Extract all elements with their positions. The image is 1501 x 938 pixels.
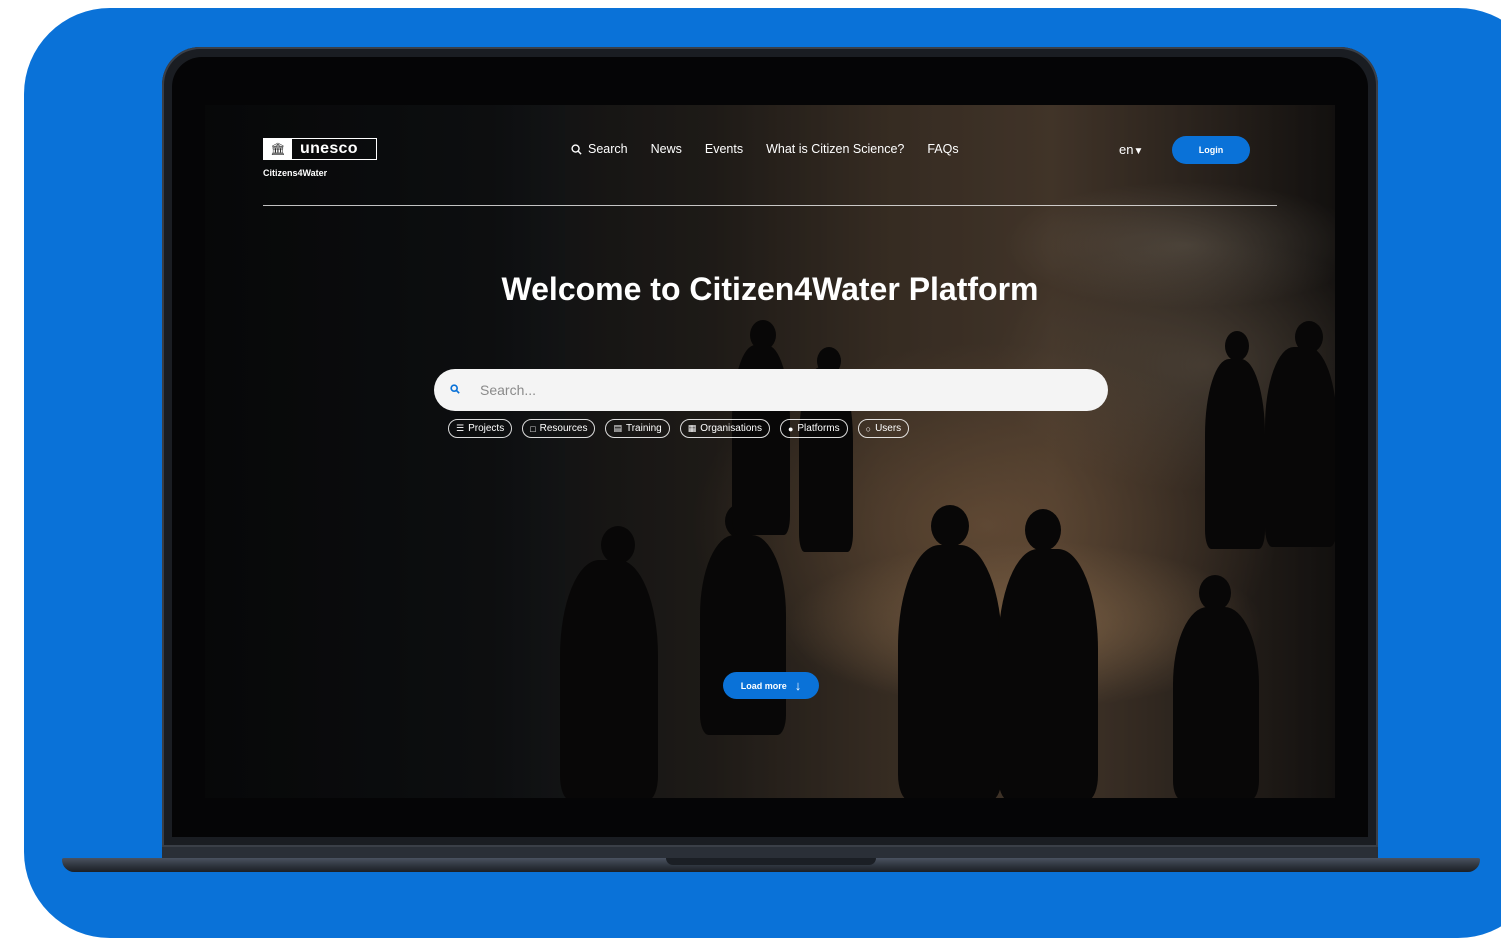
chip-label: Users — [875, 423, 902, 434]
chip-label: Training — [625, 423, 662, 434]
unesco-logo[interactable]: 🏛 unesco — [263, 138, 377, 160]
list-icon: ☰ — [456, 423, 465, 433]
main-nav: Search News Events What is Citizen Scien… — [571, 142, 959, 156]
load-more-label: Load more — [740, 680, 787, 691]
language-selector[interactable]: en▼ — [1119, 142, 1143, 157]
chip-platforms[interactable]: ● Platforms — [779, 419, 848, 438]
chip-resources[interactable]: □ Resources — [522, 419, 596, 438]
logo-text: unesco — [300, 140, 358, 157]
category-chips: ☰ Projects □ Resources ▤ Training ▦ Orga… — [448, 419, 910, 438]
search-icon — [450, 383, 468, 397]
user-icon: ○ — [865, 423, 872, 434]
globe-icon: ● — [787, 423, 794, 434]
bookmark-icon: □ — [530, 423, 536, 434]
caret-down-icon: ▼ — [1133, 146, 1144, 157]
chip-users[interactable]: ○ Users — [857, 419, 910, 438]
nav-item-faqs[interactable]: FAQs — [927, 142, 958, 156]
website-screen: 🏛 unesco Citizens4Water Search News Even… — [205, 105, 1335, 798]
chip-projects[interactable]: ☰ Projects — [448, 419, 513, 438]
hero-search-bar[interactable] — [434, 369, 1108, 411]
nav-item-events[interactable]: Events — [705, 142, 743, 156]
chip-label: Resources — [539, 423, 588, 434]
temple-icon: 🏛 — [264, 139, 292, 159]
login-button[interactable]: Login — [1172, 136, 1250, 164]
chip-label: Projects — [468, 423, 505, 434]
chip-label: Organisations — [700, 423, 762, 434]
nav-item-label: Search — [588, 142, 628, 156]
chip-training[interactable]: ▤ Training — [605, 419, 670, 438]
chip-label: Platforms — [797, 423, 840, 434]
chat-icon: ▤ — [613, 423, 622, 433]
language-value: en — [1119, 142, 1134, 157]
site-subtitle: Citizens4Water — [263, 168, 328, 178]
arrow-down-icon: ↓ — [794, 678, 802, 693]
search-icon — [571, 143, 582, 155]
search-input[interactable] — [478, 381, 1042, 399]
nav-item-citizen-science[interactable]: What is Citizen Science? — [766, 142, 904, 156]
header-divider — [263, 205, 1277, 206]
hero-title: Welcome to Citizen4Water Platform — [501, 271, 1039, 307]
laptop-notch — [666, 858, 876, 865]
building-icon: ▦ — [687, 423, 697, 433]
nav-item-search[interactable]: Search — [571, 142, 628, 156]
chip-organisations[interactable]: ▦ Organisations — [679, 419, 770, 438]
nav-item-news[interactable]: News — [651, 142, 682, 156]
load-more-button[interactable]: Load more ↓ — [723, 672, 819, 699]
